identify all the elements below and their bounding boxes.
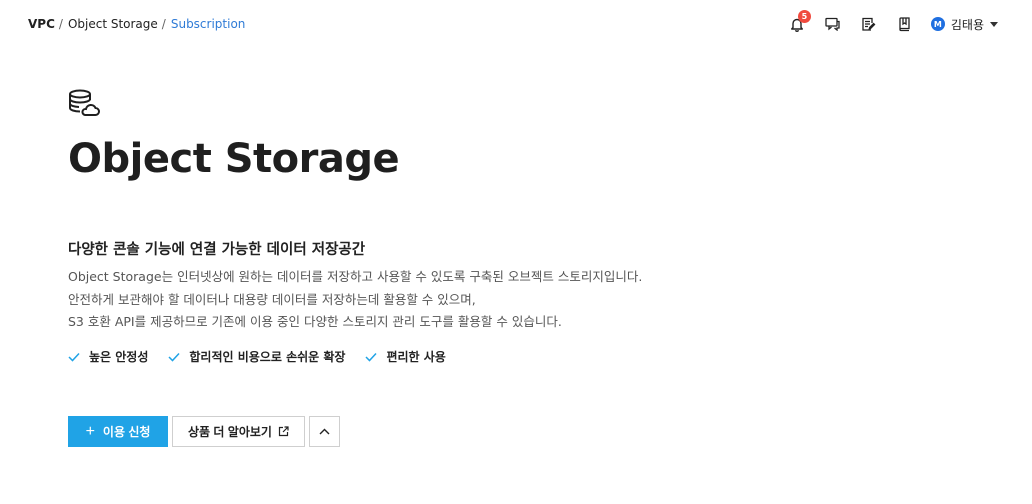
page-title: Object Storage — [68, 136, 400, 182]
description-line: S3 호환 API를 제공하므로 기존에 이용 중인 다양한 스토리지 관리 도… — [68, 314, 562, 329]
description-line: 안전하게 보관해야 할 데이터나 대용량 데이터를 저장하는데 활용할 수 있으… — [68, 291, 476, 307]
breadcrumb-separator: / — [161, 17, 166, 31]
user-menu[interactable]: M 김태용 — [930, 16, 998, 33]
breadcrumb-vpc[interactable]: VPC — [28, 17, 55, 31]
breadcrumb-subscription[interactable]: Subscription — [171, 17, 246, 31]
chat-button[interactable] — [823, 14, 843, 34]
breadcrumb-separator: / — [58, 17, 63, 31]
caret-down-icon — [990, 21, 998, 27]
header-tools: 5 M 김태용 — [787, 10, 998, 34]
collapse-button[interactable] — [308, 416, 340, 447]
feature-list: 높은 안정성 합리적인 비용으로 손쉬운 확장 편리한 사용 — [68, 348, 466, 365]
apply-button[interactable]: + 이용 신청 — [68, 416, 168, 447]
feature-item: 높은 안정성 — [68, 348, 148, 365]
book-icon — [899, 16, 911, 31]
database-cloud-icon — [69, 89, 100, 116]
plus-icon: + — [85, 422, 95, 440]
notifications-button[interactable]: 5 — [787, 10, 811, 34]
learn-more-button[interactable]: 상품 더 알아보기 — [172, 416, 305, 447]
description-line: Object Storage는 인터넷상에 원하는 데이터를 저장하고 사용할 … — [68, 269, 643, 284]
check-icon — [168, 352, 180, 362]
notification-count-badge: 5 — [797, 10, 811, 23]
feature-label: 높은 안정성 — [89, 350, 149, 364]
avatar: M — [930, 17, 945, 31]
learn-more-label: 상품 더 알아보기 — [188, 425, 272, 439]
feature-item: 편리한 사용 — [365, 348, 446, 365]
feature-item: 합리적인 비용으로 손쉬운 확장 — [168, 348, 345, 365]
breadcrumb: VPC / Object Storage / Subscription — [28, 17, 245, 31]
product-description: Object Storage는 인터넷상에 원하는 데이터를 저장하고 사용할 … — [68, 266, 642, 334]
check-icon — [365, 352, 378, 362]
external-link-icon — [278, 426, 289, 437]
top-bar: VPC / Object Storage / Subscription 5 M … — [0, 0, 1032, 48]
check-icon — [68, 352, 80, 362]
action-bar: + 이용 신청 상품 더 알아보기 — [68, 416, 340, 447]
feature-label: 편리한 사용 — [386, 350, 446, 364]
product-subtitle: 다양한 콘솔 기능에 연결 가능한 데이터 저장공간 — [68, 242, 366, 258]
docs-button[interactable] — [895, 14, 915, 34]
user-name: 김태용 — [950, 17, 984, 32]
apply-button-label: 이용 신청 — [102, 425, 151, 439]
breadcrumb-object-storage[interactable]: Object Storage — [68, 17, 158, 31]
chevron-up-icon — [319, 428, 330, 435]
chat-icon — [825, 17, 841, 31]
notepad-button[interactable] — [859, 14, 879, 34]
notepad-icon — [862, 17, 876, 31]
feature-label: 합리적인 비용으로 손쉬운 확장 — [189, 350, 346, 364]
